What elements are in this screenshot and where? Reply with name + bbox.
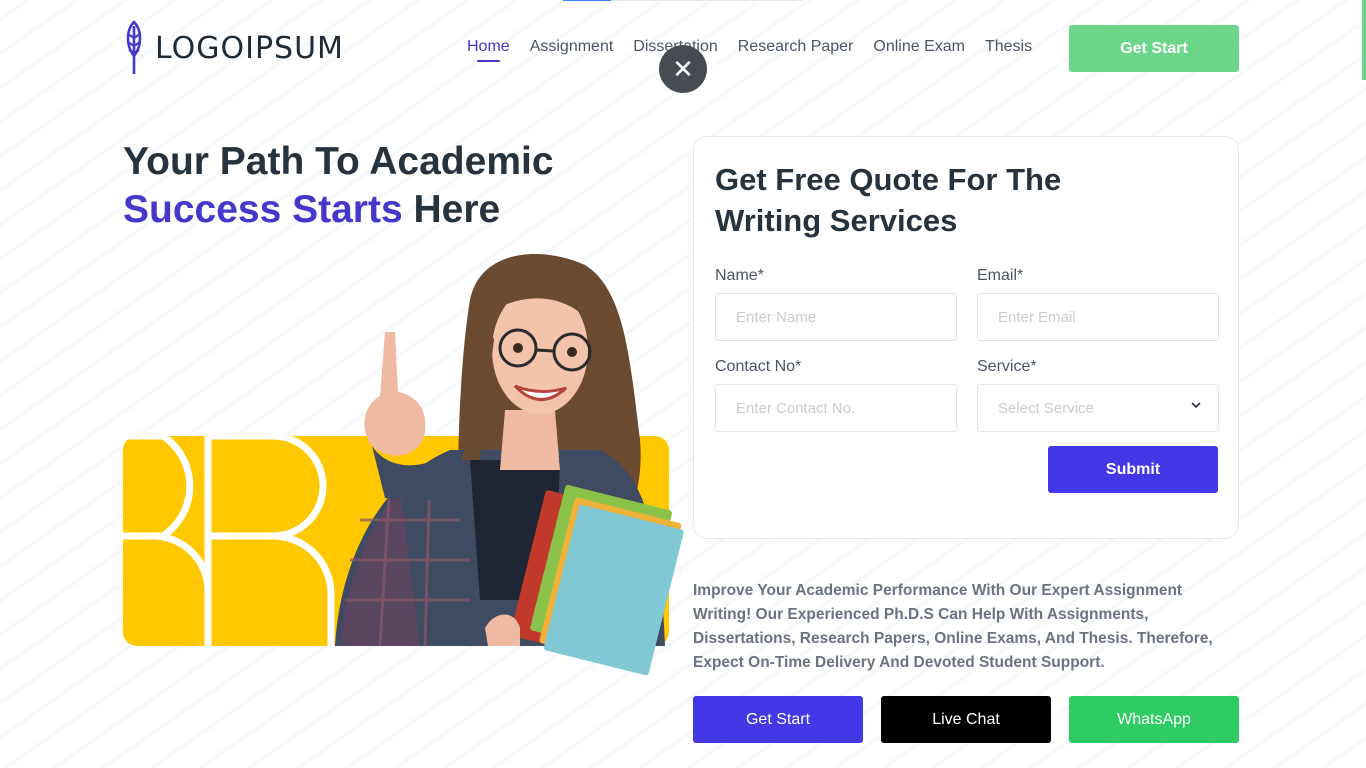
email-label: Email*	[977, 267, 1024, 284]
main-nav: Home Assignment Dissertation Research Pa…	[467, 38, 1032, 62]
scroll-indicator	[1362, 0, 1366, 80]
service-label: Service*	[977, 358, 1037, 375]
hero-title-line1: Your Path To Academic	[123, 140, 554, 183]
chevron-down-icon	[1191, 402, 1201, 409]
quote-form-card: Get Free Quote For The Writing Services …	[693, 136, 1239, 539]
quote-form-title: Get Free Quote For The Writing Services	[715, 159, 1061, 241]
hero-title-rest: Here	[402, 188, 501, 231]
top-progress-fill	[563, 0, 611, 1]
top-progress-bar	[563, 0, 803, 1]
decorative-shapes	[123, 436, 335, 646]
service-select[interactable]: Select Service	[977, 384, 1219, 432]
header-get-start-button[interactable]: Get Start	[1069, 25, 1239, 72]
get-start-button[interactable]: Get Start	[693, 696, 863, 743]
brand-name: LOGOIPSUM	[155, 30, 344, 66]
quote-form-title-line1: Get Free Quote For The	[715, 162, 1062, 197]
live-chat-button[interactable]: Live Chat	[881, 696, 1051, 743]
name-input[interactable]: Enter Name	[715, 293, 957, 341]
hero-title: Your Path To Academic Success Starts Her…	[123, 138, 554, 234]
quote-form-title-line2: Writing Services	[715, 203, 958, 238]
close-icon[interactable]: ✕	[659, 45, 707, 93]
hero-title-accent: Success Starts	[123, 188, 403, 231]
nav-assignment[interactable]: Assignment	[530, 38, 614, 56]
nav-online-exam[interactable]: Online Exam	[873, 38, 965, 56]
service-select-value: Select Service	[998, 399, 1094, 417]
email-input[interactable]: Enter Email	[977, 293, 1219, 341]
hero-image-card	[123, 436, 669, 646]
feather-icon	[126, 20, 142, 74]
name-label: Name*	[715, 267, 764, 284]
whatsapp-button[interactable]: WhatsApp	[1069, 696, 1239, 743]
contact-label: Contact No*	[715, 358, 802, 375]
nav-thesis[interactable]: Thesis	[985, 38, 1032, 56]
hero-description: Improve Your Academic Performance With O…	[693, 582, 1213, 671]
brand-logo[interactable]: LOGOIPSUM	[123, 20, 344, 76]
contact-input[interactable]: Enter Contact No.	[715, 384, 957, 432]
nav-home[interactable]: Home	[467, 38, 510, 62]
nav-research-paper[interactable]: Research Paper	[738, 38, 854, 56]
submit-button[interactable]: Submit	[1048, 446, 1218, 493]
